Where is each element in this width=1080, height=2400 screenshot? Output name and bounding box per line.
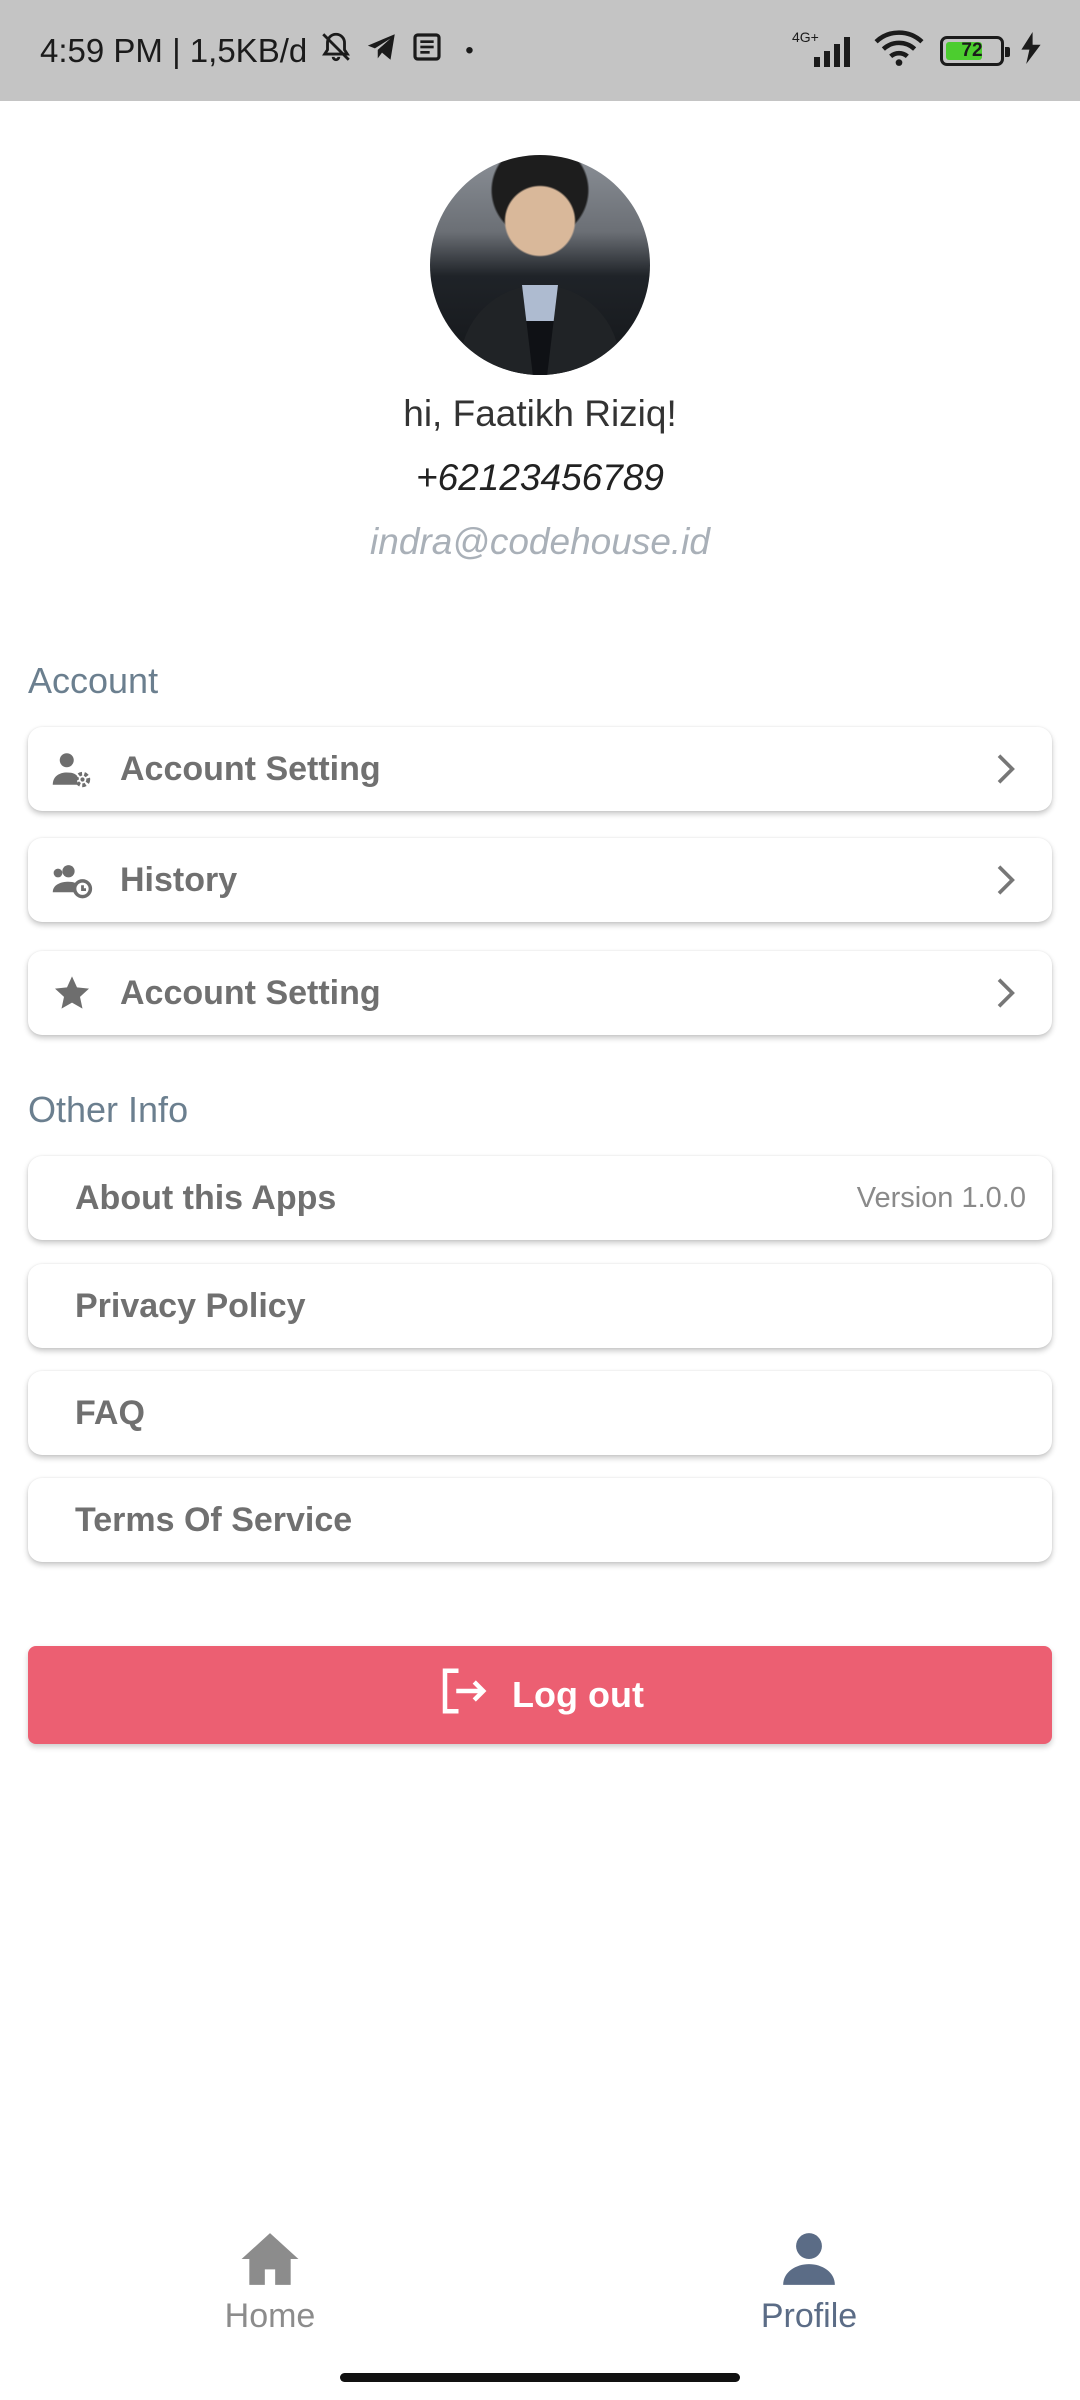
nav-profile-label: Profile [760,2297,858,2335]
chevron-right-icon [997,865,1015,895]
bell-off-icon [319,30,353,72]
faq-item[interactable]: FAQ [28,1371,1052,1455]
person-icon [778,2230,840,2293]
network-type-label: 4G+ [792,28,819,45]
faq-label: FAQ [75,1393,145,1432]
logout-button[interactable]: Log out [28,1646,1052,1744]
avatar[interactable] [430,155,650,375]
account-setting-star-label: Account Setting [120,973,381,1012]
greeting-text: hi, Faatikh Riziq! [403,393,677,434]
status-time-speed: 4:59 PM | 1,5KB/d [40,31,308,69]
star-icon [50,971,94,1015]
account-setting-item[interactable]: Account Setting [28,727,1052,811]
about-app-label: About this Apps [75,1178,337,1217]
logout-label: Log out [512,1674,644,1715]
status-left: 4:59 PM | 1,5KB/d • [40,0,474,101]
battery-level: 72 [961,39,983,61]
terms-of-service-item[interactable]: Terms Of Service [28,1478,1052,1562]
battery-icon: 72 [940,35,1010,66]
home-indicator[interactable] [340,2373,740,2382]
status-dot: • [465,36,474,64]
home-icon [239,2230,301,2293]
telegram-icon [365,30,399,72]
news-icon [411,31,443,71]
user-gear-icon [50,747,94,791]
logout-icon [436,1664,490,1727]
privacy-policy-item[interactable]: Privacy Policy [28,1264,1052,1348]
charging-icon [1020,32,1042,69]
about-app-item[interactable]: About this Apps Version 1.0.0 [28,1156,1052,1240]
profile-header: hi, Faatikh Riziq! +62123456789 indra@co… [0,155,1080,563]
account-setting-star-item[interactable]: Account Setting [28,951,1052,1035]
chevron-right-icon [997,978,1015,1008]
bottom-navigation: Home Profile [0,2220,1080,2370]
email-address: indra@codehouse.id [370,521,710,562]
nav-home[interactable]: Home [120,2230,420,2336]
history-item[interactable]: History [28,838,1052,922]
chevron-right-icon [997,754,1015,784]
status-bar: 4:59 PM | 1,5KB/d • 4G+ 72 [0,0,1080,101]
signal-icon: 4G+ [792,29,858,69]
wifi-icon [874,29,924,72]
nav-home-label: Home [224,2297,316,2335]
user-clock-icon [50,858,94,902]
privacy-policy-label: Privacy Policy [75,1286,306,1325]
app-version: Version 1.0.0 [856,1181,1026,1214]
section-title-account: Account [28,660,159,701]
phone-number: +62123456789 [416,457,664,498]
section-title-other-info: Other Info [28,1089,189,1130]
terms-of-service-label: Terms Of Service [75,1500,353,1539]
nav-profile[interactable]: Profile [659,2230,959,2336]
history-label: History [120,860,238,899]
account-setting-label: Account Setting [120,749,381,788]
status-right: 4G+ 72 [792,0,1042,101]
